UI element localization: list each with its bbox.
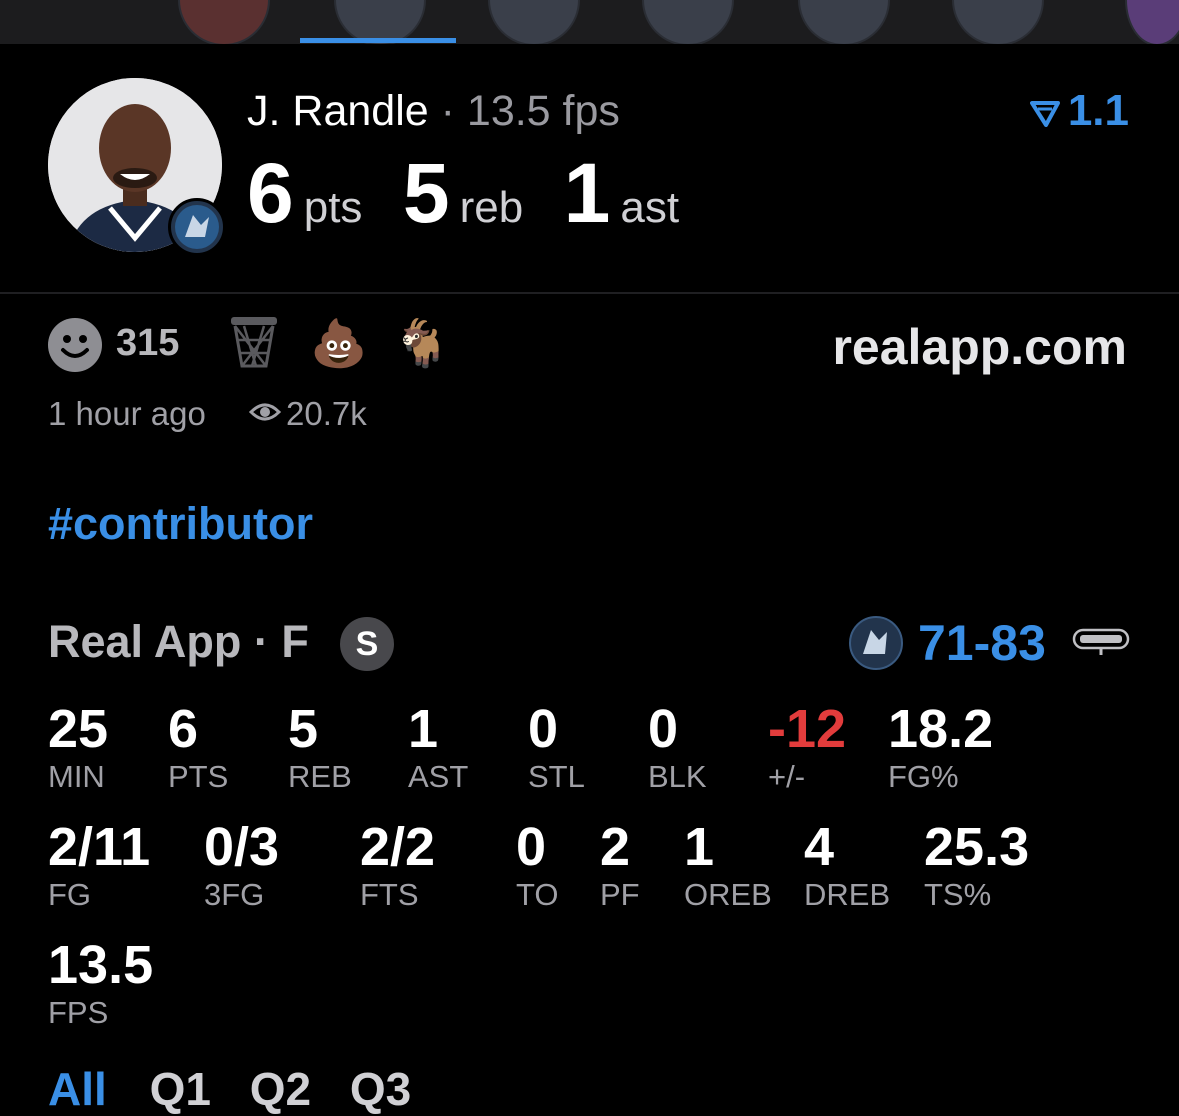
stat-label: FG%: [888, 759, 959, 794]
stat-label: PF: [600, 877, 640, 912]
poop-icon[interactable]: 💩: [310, 316, 367, 371]
stat-label: DREB: [804, 877, 891, 912]
stat-label: STL: [528, 759, 585, 794]
player-carousel[interactable]: 5: [0, 0, 1179, 44]
stat-label: 3FG: [204, 877, 265, 912]
stat-value: 25.3: [924, 817, 1030, 877]
stat-pf: 2 PF: [600, 818, 640, 912]
carousel-player-avatar[interactable]: [488, 0, 580, 44]
tab-q2[interactable]: Q2: [250, 1063, 311, 1115]
stat-value: 0/3: [204, 817, 280, 877]
carousel-player-avatar[interactable]: [798, 0, 890, 44]
stat-value: 18.2: [888, 699, 994, 759]
basketball-hoop-icon[interactable]: [228, 314, 280, 375]
stat-label: BLK: [648, 759, 707, 794]
divider: [0, 292, 1179, 294]
stat-value: 0: [528, 699, 559, 759]
player-stat-summary: 6 pts 5 reb 1 ast: [247, 148, 715, 238]
carousel-player-avatar[interactable]: 5: [1125, 0, 1179, 44]
stat-value: 6: [168, 699, 199, 759]
stat-fg: 2/11 FG: [48, 818, 150, 912]
game-title: Real App · F: [48, 616, 309, 667]
stat-stl: 0 STL: [528, 700, 585, 794]
carousel-player-avatar[interactable]: [178, 0, 270, 44]
stat-value: -12: [768, 699, 847, 759]
assists-value: 1: [563, 146, 611, 240]
carousel-player-avatar[interactable]: [642, 0, 734, 44]
stat-label: FPS: [48, 995, 109, 1030]
game-score[interactable]: 71-83: [918, 614, 1046, 672]
period-tabs: All Q1 Q2 Q3: [48, 1062, 437, 1116]
stat-blk: 0 BLK: [648, 700, 707, 794]
stat-pts: 6 PTS: [168, 700, 228, 794]
rebounds-unit: reb: [459, 183, 524, 232]
points-unit: pts: [303, 183, 363, 232]
points-value: 6: [247, 146, 294, 240]
stat-3fg: 0/3 3FG: [204, 818, 279, 912]
stat-reb: 5 REB: [288, 700, 352, 794]
tab-all[interactable]: All: [48, 1063, 107, 1115]
carousel-player-avatar[interactable]: [952, 0, 1044, 44]
stat-ast: 1 AST: [408, 700, 468, 794]
stat-value: 1: [408, 699, 439, 759]
stat-label: +/-: [768, 759, 806, 794]
player-title: J. Randle · 13.5 fps: [247, 86, 620, 136]
rebounds-value: 5: [402, 146, 450, 240]
stat-value: 13.5: [48, 935, 154, 995]
tab-q1[interactable]: Q1: [150, 1063, 211, 1115]
rating-icon: [1029, 101, 1060, 128]
stat-label: FG: [48, 877, 92, 912]
stat-value: 1: [684, 817, 715, 877]
stat-label: REB: [288, 759, 352, 794]
home-team-logo-icon[interactable]: [849, 616, 903, 670]
smiley-reaction-icon[interactable]: [48, 318, 102, 372]
stat-value: 25: [48, 699, 109, 759]
status-badge: S: [340, 617, 394, 671]
stat-label: OREB: [684, 877, 772, 912]
rating-value: 1.1: [1067, 86, 1129, 135]
hashtag-link[interactable]: #contributor: [48, 498, 313, 550]
view-count: 20.7k: [286, 395, 367, 432]
stat-plus-minus: -12 +/-: [768, 700, 846, 794]
stat-label: FTS: [360, 877, 419, 912]
stat-fg-pct: 18.2 FG%: [888, 700, 993, 794]
stat-ts-pct: 25.3 TS%: [924, 818, 1029, 912]
stat-to: 0 TO: [516, 818, 559, 912]
stat-label: TS%: [924, 877, 992, 912]
stat-value: 2/2: [360, 817, 436, 877]
stat-fts: 2/2 FTS: [360, 818, 435, 912]
stat-fps: 13.5 FPS: [48, 936, 153, 1030]
stat-value: 0: [648, 699, 679, 759]
tab-q3[interactable]: Q3: [350, 1063, 411, 1115]
stat-min: 25 MIN: [48, 700, 108, 794]
stat-value: 2: [600, 817, 631, 877]
selected-player-indicator: [300, 38, 456, 43]
reaction-count: 315: [116, 322, 180, 364]
stat-label: AST: [408, 759, 469, 794]
stat-oreb: 1 OREB: [684, 818, 772, 912]
stat-value: 4: [804, 817, 835, 877]
away-team-logo-icon[interactable]: [1072, 624, 1130, 656]
assists-unit: ast: [620, 183, 680, 232]
stat-label: PTS: [168, 759, 229, 794]
site-link[interactable]: realapp.com: [832, 318, 1127, 376]
player-fps: 13.5 fps: [466, 87, 620, 135]
player-name[interactable]: J. Randle: [247, 87, 429, 135]
stat-value: 5: [288, 699, 319, 759]
eye-icon: [248, 400, 282, 429]
rating-button[interactable]: 1.1: [1029, 86, 1129, 136]
goat-icon[interactable]: 🐐: [393, 316, 450, 371]
stat-label: TO: [516, 877, 559, 912]
team-logo-icon: [168, 198, 226, 256]
stat-value: 2/11: [48, 817, 151, 877]
stat-value: 0: [516, 817, 547, 877]
post-time: 1 hour ago: [48, 395, 206, 432]
stat-dreb: 4 DREB: [804, 818, 890, 912]
stat-label: MIN: [48, 759, 105, 794]
separator: ·: [440, 87, 455, 135]
